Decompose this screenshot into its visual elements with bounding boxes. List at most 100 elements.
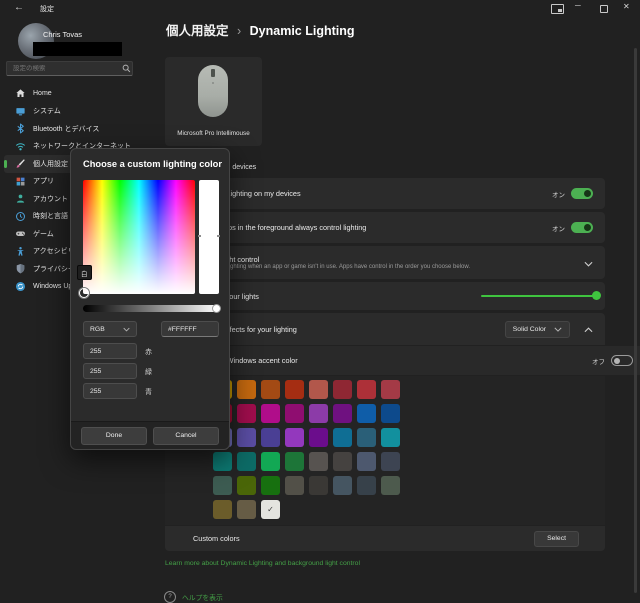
user-name: Chris Tovas	[43, 30, 82, 39]
color-swatch[interactable]	[213, 500, 232, 519]
color-swatch[interactable]	[309, 404, 328, 423]
color-swatch[interactable]	[309, 476, 328, 495]
color-swatch[interactable]	[237, 452, 256, 471]
device-card[interactable]: Microsoft Pro Intellimouse	[165, 57, 262, 146]
sidebar-item-home[interactable]: Home	[4, 85, 154, 103]
color-model-dropdown[interactable]: RGB	[83, 321, 137, 337]
close-button[interactable]: ✕	[623, 2, 630, 11]
lightness-slider-thumb[interactable]	[212, 304, 221, 313]
chevron-down-icon	[123, 327, 130, 332]
color-swatch[interactable]	[309, 452, 328, 471]
color-swatch[interactable]	[357, 380, 376, 399]
gaming-icon	[14, 228, 26, 239]
minimize-button[interactable]: ─	[575, 1, 581, 10]
color-swatch[interactable]	[333, 476, 352, 495]
color-swatch[interactable]	[261, 404, 280, 423]
red-input[interactable]	[84, 344, 136, 358]
chevron-up-icon[interactable]	[584, 320, 593, 338]
color-swatch[interactable]	[333, 380, 352, 399]
pip-icon[interactable]	[551, 4, 564, 14]
color-swatch[interactable]	[285, 476, 304, 495]
learn-more-link[interactable]: Learn more about Dynamic Lighting and ba…	[165, 560, 360, 567]
brightness-slider-thumb[interactable]	[592, 291, 601, 300]
color-swatch[interactable]	[261, 380, 280, 399]
accessibility-icon	[14, 246, 26, 257]
color-picker-cursor[interactable]	[79, 288, 89, 298]
sidebar-item-bluetooth[interactable]: Bluetooth とデバイス	[4, 120, 154, 138]
sidebar-item-label: ゲーム	[33, 229, 54, 239]
value-bar[interactable]	[199, 180, 219, 294]
color-swatch[interactable]	[381, 428, 400, 447]
home-icon	[14, 88, 26, 99]
color-swatch[interactable]	[261, 476, 280, 495]
row-label: Compatible apps in the foreground always…	[181, 223, 552, 232]
green-input[interactable]	[84, 364, 136, 378]
color-swatch[interactable]	[237, 404, 256, 423]
brightness-slider[interactable]	[481, 295, 597, 297]
color-swatch[interactable]	[213, 476, 232, 495]
personalization-icon	[14, 158, 26, 169]
search-icon[interactable]	[120, 64, 132, 73]
accent-color-toggle[interactable]	[611, 355, 633, 366]
color-swatch[interactable]	[237, 476, 256, 495]
color-swatch[interactable]	[309, 380, 328, 399]
foreground-apps-toggle[interactable]	[571, 222, 593, 233]
color-swatch[interactable]	[333, 404, 352, 423]
color-swatch[interactable]	[381, 452, 400, 471]
color-swatch[interactable]	[333, 452, 352, 471]
dynamic-lighting-toggle[interactable]	[571, 188, 593, 199]
hex-color-field[interactable]	[161, 321, 219, 337]
color-swatch[interactable]	[357, 476, 376, 495]
color-swatch[interactable]	[285, 404, 304, 423]
color-swatch[interactable]	[237, 380, 256, 399]
green-field[interactable]	[83, 363, 137, 379]
color-swatch[interactable]	[261, 452, 280, 471]
color-swatch[interactable]	[261, 428, 280, 447]
color-swatch[interactable]	[285, 380, 304, 399]
maximize-button[interactable]	[600, 5, 608, 13]
toggle-state-label: オン	[552, 223, 565, 233]
check-icon: ✓	[267, 505, 274, 514]
blue-field[interactable]	[83, 383, 137, 399]
color-swatch[interactable]	[213, 452, 232, 471]
sidebar-item-system[interactable]: システム	[4, 103, 154, 121]
color-swatch[interactable]	[309, 428, 328, 447]
network-icon	[14, 141, 26, 152]
color-swatch[interactable]	[357, 404, 376, 423]
row-effects: Themes and effects for your lighting Sol…	[165, 313, 605, 345]
row-label: Match my Windows accent color	[193, 356, 592, 365]
color-swatch[interactable]	[237, 500, 256, 519]
lightness-slider[interactable]	[83, 305, 219, 312]
color-swatch[interactable]	[381, 380, 400, 399]
row-label: Custom colors	[193, 534, 534, 543]
scrollbar[interactable]	[634, 48, 637, 593]
color-swatch[interactable]	[285, 452, 304, 471]
blue-label: 青	[145, 387, 152, 397]
color-swatch[interactable]	[357, 452, 376, 471]
settings-search[interactable]	[6, 61, 133, 76]
color-swatch[interactable]	[381, 404, 400, 423]
color-swatch[interactable]	[381, 476, 400, 495]
color-gradient-picker[interactable]	[83, 180, 195, 294]
color-swatch[interactable]	[333, 428, 352, 447]
select-custom-color-button[interactable]: Select	[534, 531, 579, 547]
back-button[interactable]: ←	[14, 2, 24, 13]
red-field[interactable]	[83, 343, 137, 359]
cancel-button[interactable]: Cancel	[153, 427, 219, 445]
color-swatch[interactable]	[357, 428, 376, 447]
color-swatch[interactable]	[237, 428, 256, 447]
chevron-down-icon[interactable]	[584, 254, 593, 272]
done-button[interactable]: Done	[81, 427, 147, 445]
effects-dropdown[interactable]: Solid Color	[505, 321, 570, 338]
titlebar: ← 設定 ─ ✕	[0, 0, 640, 16]
breadcrumb-parent[interactable]: 個人用設定	[166, 24, 229, 38]
window-title: 設定	[40, 4, 54, 14]
hex-input[interactable]	[162, 322, 218, 336]
blue-input[interactable]	[84, 384, 136, 398]
color-swatch[interactable]: ✓	[261, 500, 280, 519]
redacted-email-bar	[33, 42, 122, 56]
row-background-light-control[interactable]: Background light control Apps can contro…	[165, 246, 605, 279]
search-input[interactable]	[7, 65, 120, 72]
color-swatch[interactable]	[285, 428, 304, 447]
get-help-link[interactable]: ヘルプを表示	[182, 592, 223, 602]
